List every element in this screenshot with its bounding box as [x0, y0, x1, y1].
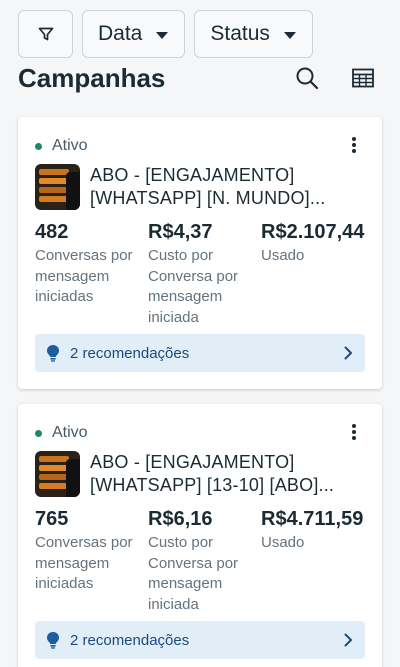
status-row: Ativo [35, 424, 88, 442]
metric-label: Custo por Conversa por mensagem iniciada [148, 247, 239, 326]
filter-funnel-icon [38, 27, 53, 41]
metric-amount-spent: R$2.107,44 Usado [261, 221, 369, 328]
more-options-icon[interactable] [348, 135, 360, 155]
campaign-header: ABO - [ENGAJAMENTO] [WHATSAPP] [13-10] [… [35, 451, 362, 497]
chevron-down-icon [156, 31, 169, 39]
status-filter-dropdown[interactable]: Status [194, 10, 313, 58]
chevron-right-icon [344, 633, 352, 647]
campaign-name[interactable]: ABO - [ENGAJAMENTO] [WHATSAPP] [13-10] [… [90, 451, 362, 497]
metric-cost-per-conversation: R$6,16 Custo por Conversa por mensagem i… [148, 508, 261, 615]
campaign-thumbnail [35, 451, 80, 497]
filter-bar: Data Status [18, 10, 382, 58]
metric-value: R$4.711,59 [261, 508, 364, 530]
campaign-card[interactable]: Ativo ABO - [ENGAJAMENTO] [WHATSAPP] [N.… [18, 117, 382, 389]
metric-label: Conversas por mensagem iniciadas [35, 247, 133, 305]
metric-cost-per-conversation: R$4,37 Custo por Conversa por mensagem i… [148, 221, 261, 328]
metric-label: Conversas por mensagem iniciadas [35, 534, 133, 592]
campaign-name[interactable]: ABO - [ENGAJAMENTO] [WHATSAPP] [N. MUNDO… [90, 164, 362, 210]
metric-value: R$2.107,44 [261, 221, 365, 243]
recommendations-label: 2 recomendações [70, 631, 190, 649]
search-icon [296, 67, 319, 90]
metric-amount-spent: R$4.711,59 Usado [261, 508, 369, 615]
campaign-card[interactable]: Ativo ABO - [ENGAJAMENTO] [WHATSAPP] [13… [18, 404, 382, 667]
status-dot [35, 142, 42, 150]
campaign-thumbnail [35, 164, 80, 210]
metric-label: Custo por Conversa por mensagem iniciada [148, 534, 239, 613]
search-button[interactable] [294, 65, 320, 91]
status-dot [35, 429, 42, 437]
metric-value: R$4,37 [148, 221, 213, 243]
status-filter-label: Status [210, 22, 270, 45]
lightbulb-icon [47, 345, 59, 362]
metric-label: Usado [261, 247, 305, 264]
status-row: Ativo [35, 137, 88, 155]
metrics-row: 482 Conversas por mensagem iniciadas R$4… [35, 221, 368, 328]
recommendations-label: 2 recomendações [70, 344, 190, 362]
metric-value: R$6,16 [148, 508, 213, 530]
metric-value: 765 [35, 508, 69, 530]
more-options-icon[interactable] [348, 422, 360, 442]
recommendations-bar[interactable]: 2 recomendações [35, 621, 365, 659]
chevron-down-icon [283, 31, 296, 39]
chevron-right-icon [344, 346, 352, 360]
date-filter-label: Data [98, 22, 143, 45]
table-view-button[interactable] [350, 65, 376, 91]
status-text: Ativo [52, 137, 88, 154]
title-row: Campanhas [18, 60, 382, 96]
recommendations-bar[interactable]: 2 recomendações [35, 334, 365, 372]
lightbulb-icon [47, 632, 59, 649]
metrics-row: 765 Conversas por mensagem iniciadas R$6… [35, 508, 368, 615]
date-filter-dropdown[interactable]: Data [82, 10, 186, 58]
page-title: Campanhas [18, 62, 166, 93]
metric-label: Usado [261, 534, 305, 551]
metric-value: 482 [35, 221, 69, 243]
metric-conversations: 482 Conversas por mensagem iniciadas [35, 221, 148, 328]
campaign-header: ABO - [ENGAJAMENTO] [WHATSAPP] [N. MUNDO… [35, 164, 362, 210]
metric-conversations: 765 Conversas por mensagem iniciadas [35, 508, 148, 615]
filter-button[interactable] [18, 10, 73, 58]
status-text: Ativo [52, 424, 88, 441]
table-view-icon [352, 68, 374, 88]
